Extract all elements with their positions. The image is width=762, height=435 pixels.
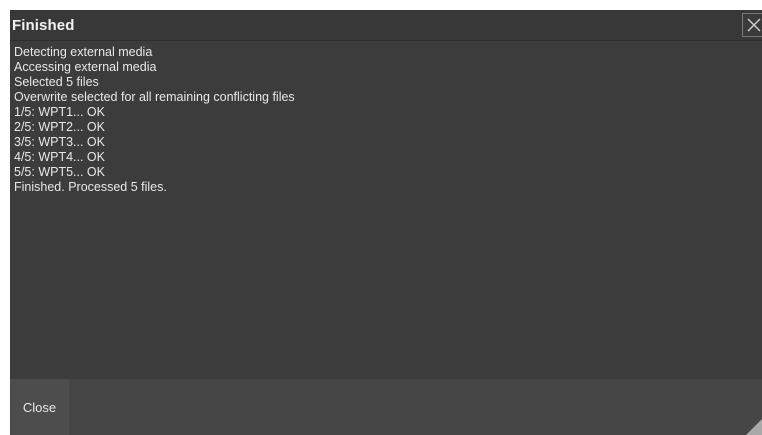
log-line: 2/5: WPT2... OK xyxy=(14,120,105,134)
resize-grip-icon[interactable] xyxy=(746,419,762,435)
dialog-title: Finished xyxy=(12,16,75,34)
log-line: 4/5: WPT4... OK xyxy=(14,150,105,164)
log-line: Accessing external media xyxy=(14,60,157,74)
log-line: 5/5: WPT5... OK xyxy=(14,165,105,179)
log-line: Selected 5 files xyxy=(14,75,99,89)
dialog-titlebar: Finished xyxy=(10,10,762,41)
close-x-glyph xyxy=(747,18,761,32)
close-icon[interactable] xyxy=(742,13,762,37)
log-line: Finished. Processed 5 files. xyxy=(14,180,167,194)
log-line: 1/5: WPT1... OK xyxy=(14,105,105,119)
log-line: Overwrite selected for all remaining con… xyxy=(14,90,295,104)
close-button[interactable]: Close xyxy=(10,379,69,435)
log-line: Detecting external media xyxy=(14,45,153,59)
progress-log: Detecting external media Accessing exter… xyxy=(10,41,762,379)
dialog-footer: Close xyxy=(10,379,762,435)
log-line: 3/5: WPT3... OK xyxy=(14,135,105,149)
finished-dialog: Finished Detecting external media Access… xyxy=(10,10,762,435)
